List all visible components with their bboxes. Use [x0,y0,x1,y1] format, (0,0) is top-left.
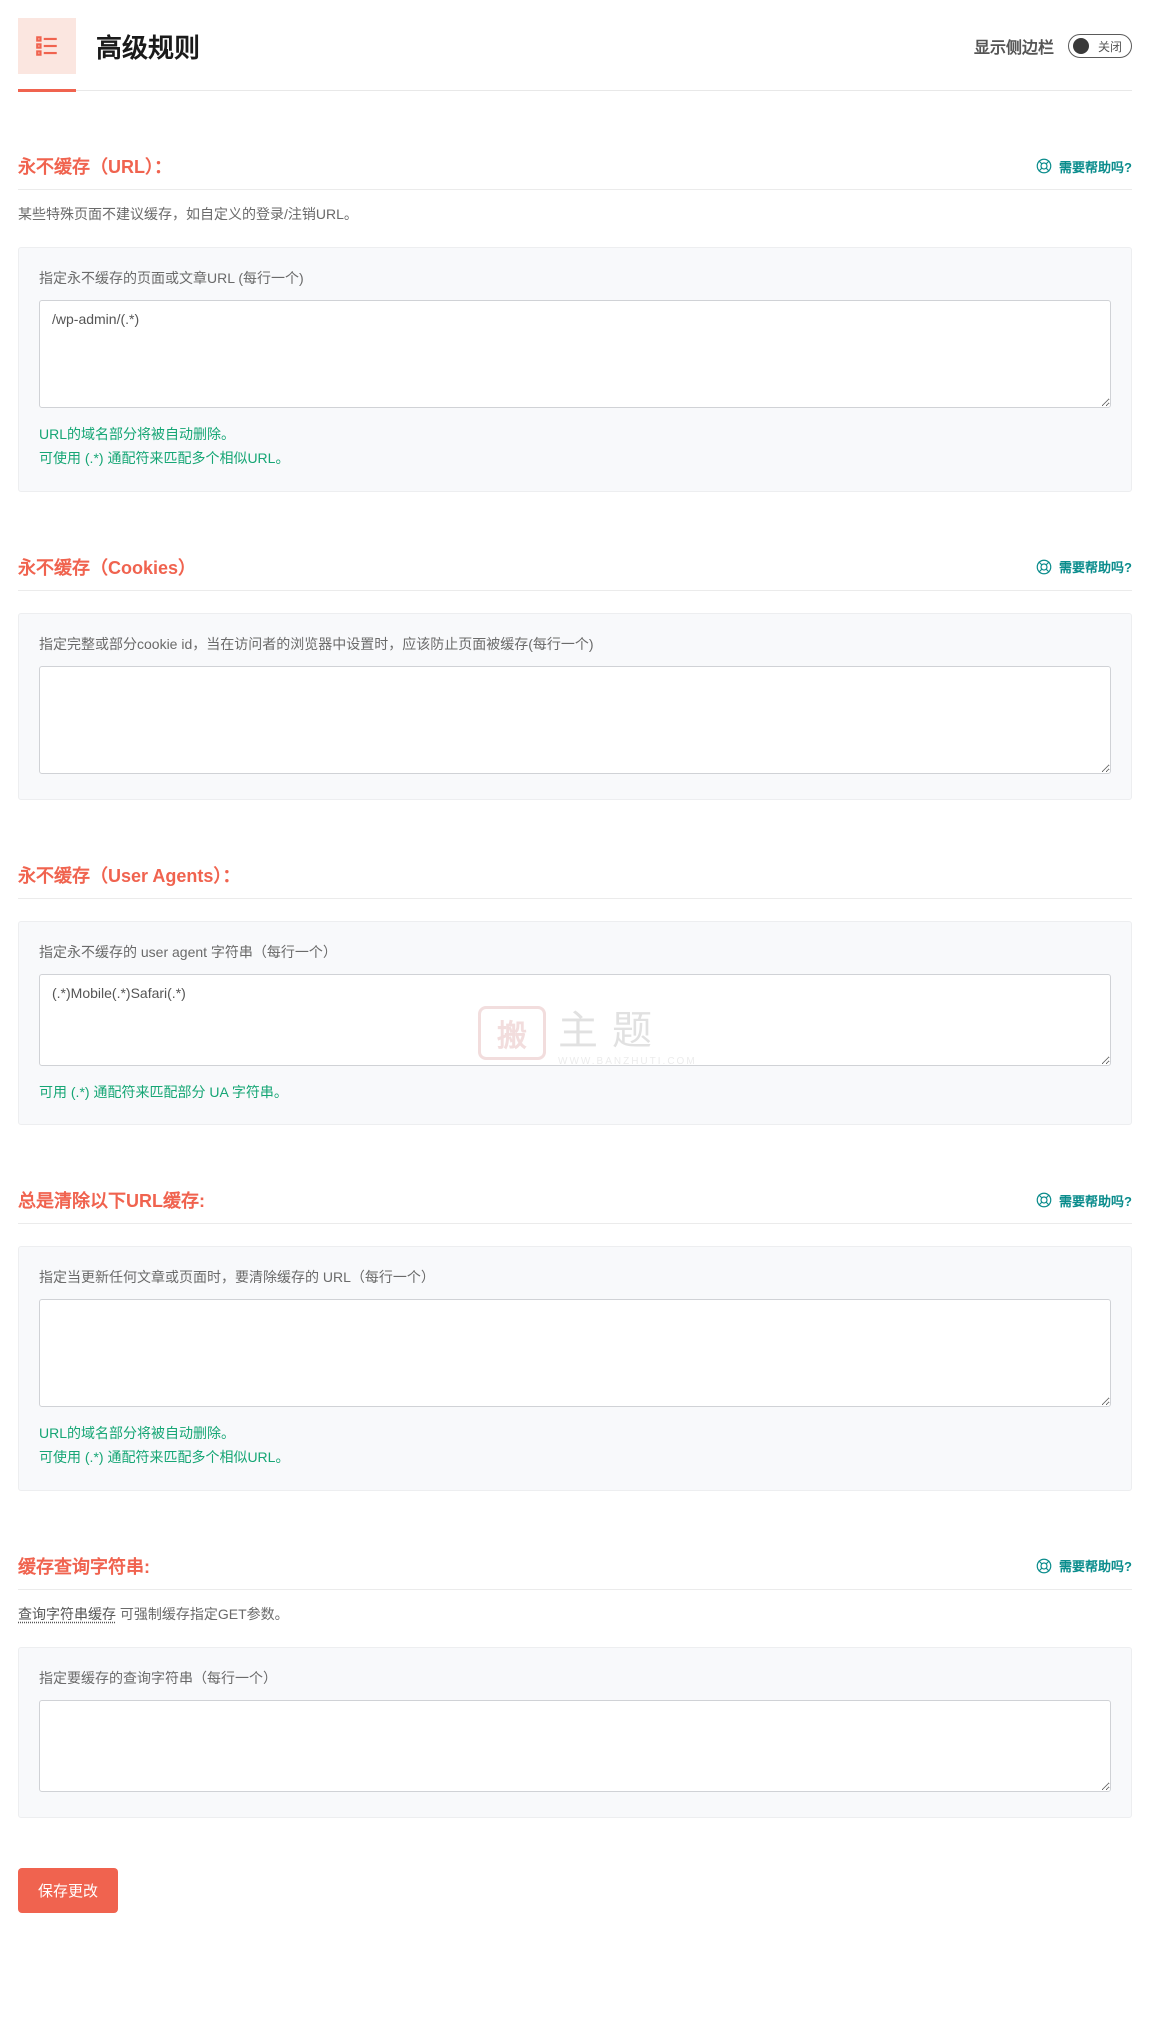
advanced-rules-icon [18,18,76,74]
section-never-cache-url: 永不缓存（URL）： 需要帮助吗? 某些特殊页面不建议缓存，如自定义的登录/注销… [18,153,1132,492]
field-box: 指定完整或部分cookie id，当在访问者的浏览器中设置时，应该防止页面被缓存… [18,613,1132,800]
life-ring-icon [1035,558,1053,576]
field-box: 指定永不缓存的 user agent 字符串（每行一个） 可用 (.*) 通配符… [18,921,1132,1126]
save-button[interactable]: 保存更改 [18,1868,118,1913]
help-link[interactable]: 需要帮助吗? [1035,1191,1132,1210]
cache-query-input[interactable] [39,1700,1111,1792]
help-link[interactable]: 需要帮助吗? [1035,157,1132,176]
header-left: 高级规则 [18,18,200,74]
page-title: 高级规则 [96,28,200,65]
hint-line: URL的域名部分将被自动删除。 [39,423,1111,447]
header-right: 显示侧边栏 关闭 [974,34,1132,58]
life-ring-icon [1035,1191,1053,1209]
section-cache-query: 缓存查询字符串: 需要帮助吗? 查询字符串缓存 可强制缓存指定GET参数。 指定… [18,1553,1132,1818]
help-label: 需要帮助吗? [1059,1556,1132,1575]
field-hint: 可用 (.*) 通配符来匹配部分 UA 字符串。 [39,1081,1111,1105]
query-string-cache-link[interactable]: 查询字符串缓存 [18,1606,116,1622]
section-title: 总是清除以下URL缓存: [18,1187,205,1213]
section-desc: 查询字符串缓存 可强制缓存指定GET参数。 [18,1604,1132,1625]
section-head: 永不缓存（User Agents）： [18,862,1132,899]
field-label: 指定完整或部分cookie id，当在访问者的浏览器中设置时，应该防止页面被缓存… [39,634,1111,654]
section-head: 缓存查询字符串: 需要帮助吗? [18,1553,1132,1590]
toggle-state-label: 关闭 [1098,38,1122,55]
toggle-knob [1073,38,1089,54]
section-head: 永不缓存（URL）： 需要帮助吗? [18,153,1132,190]
field-box: 指定永不缓存的页面或文章URL (每行一个) URL的域名部分将被自动删除。 可… [18,247,1132,492]
life-ring-icon [1035,1557,1053,1575]
header-divider [18,90,1132,91]
section-title: 永不缓存（Cookies） [18,554,196,580]
section-desc: 某些特殊页面不建议缓存，如自定义的登录/注销URL。 [18,204,1132,225]
never-cache-url-input[interactable] [39,300,1111,408]
section-title: 永不缓存（User Agents）： [18,862,240,888]
help-label: 需要帮助吗? [1059,557,1132,576]
hint-line: 可使用 (.*) 通配符来匹配多个相似URL。 [39,447,1111,471]
save-row: 保存更改 [18,1868,1132,1913]
section-title: 永不缓存（URL）： [18,153,172,179]
sidebar-toggle-label: 显示侧边栏 [974,34,1054,58]
help-link[interactable]: 需要帮助吗? [1035,1556,1132,1575]
hint-line: 可用 (.*) 通配符来匹配部分 UA 字符串。 [39,1081,1111,1105]
field-label: 指定永不缓存的 user agent 字符串（每行一个） [39,942,1111,962]
field-box: 指定要缓存的查询字符串（每行一个） [18,1647,1132,1818]
field-box: 指定当更新任何文章或页面时，要清除缓存的 URL（每行一个） URL的域名部分将… [18,1246,1132,1491]
help-label: 需要帮助吗? [1059,1191,1132,1210]
field-label: 指定要缓存的查询字符串（每行一个） [39,1668,1111,1688]
hint-line: URL的域名部分将被自动删除。 [39,1422,1111,1446]
section-head: 总是清除以下URL缓存: 需要帮助吗? [18,1187,1132,1224]
page-header: 高级规则 显示侧边栏 关闭 [18,18,1132,90]
section-never-cache-ua: 永不缓存（User Agents）： 指定永不缓存的 user agent 字符… [18,862,1132,1126]
never-cache-ua-input[interactable] [39,974,1111,1066]
help-link[interactable]: 需要帮助吗? [1035,557,1132,576]
section-never-cache-cookies: 永不缓存（Cookies） 需要帮助吗? 指定完整或部分cookie id，当在… [18,554,1132,800]
life-ring-icon [1035,157,1053,175]
desc-rest: 可强制缓存指定GET参数。 [116,1606,289,1622]
field-hint: URL的域名部分将被自动删除。 可使用 (.*) 通配符来匹配多个相似URL。 [39,1422,1111,1470]
section-always-purge: 总是清除以下URL缓存: 需要帮助吗? 指定当更新任何文章或页面时，要清除缓存的… [18,1187,1132,1491]
never-cache-cookies-input[interactable] [39,666,1111,774]
section-head: 永不缓存（Cookies） 需要帮助吗? [18,554,1132,591]
always-purge-input[interactable] [39,1299,1111,1407]
sidebar-toggle[interactable]: 关闭 [1068,34,1132,58]
field-label: 指定永不缓存的页面或文章URL (每行一个) [39,268,1111,288]
field-label: 指定当更新任何文章或页面时，要清除缓存的 URL（每行一个） [39,1267,1111,1287]
section-title: 缓存查询字符串: [18,1553,150,1579]
field-hint: URL的域名部分将被自动删除。 可使用 (.*) 通配符来匹配多个相似URL。 [39,423,1111,471]
help-label: 需要帮助吗? [1059,157,1132,176]
hint-line: 可使用 (.*) 通配符来匹配多个相似URL。 [39,1446,1111,1470]
